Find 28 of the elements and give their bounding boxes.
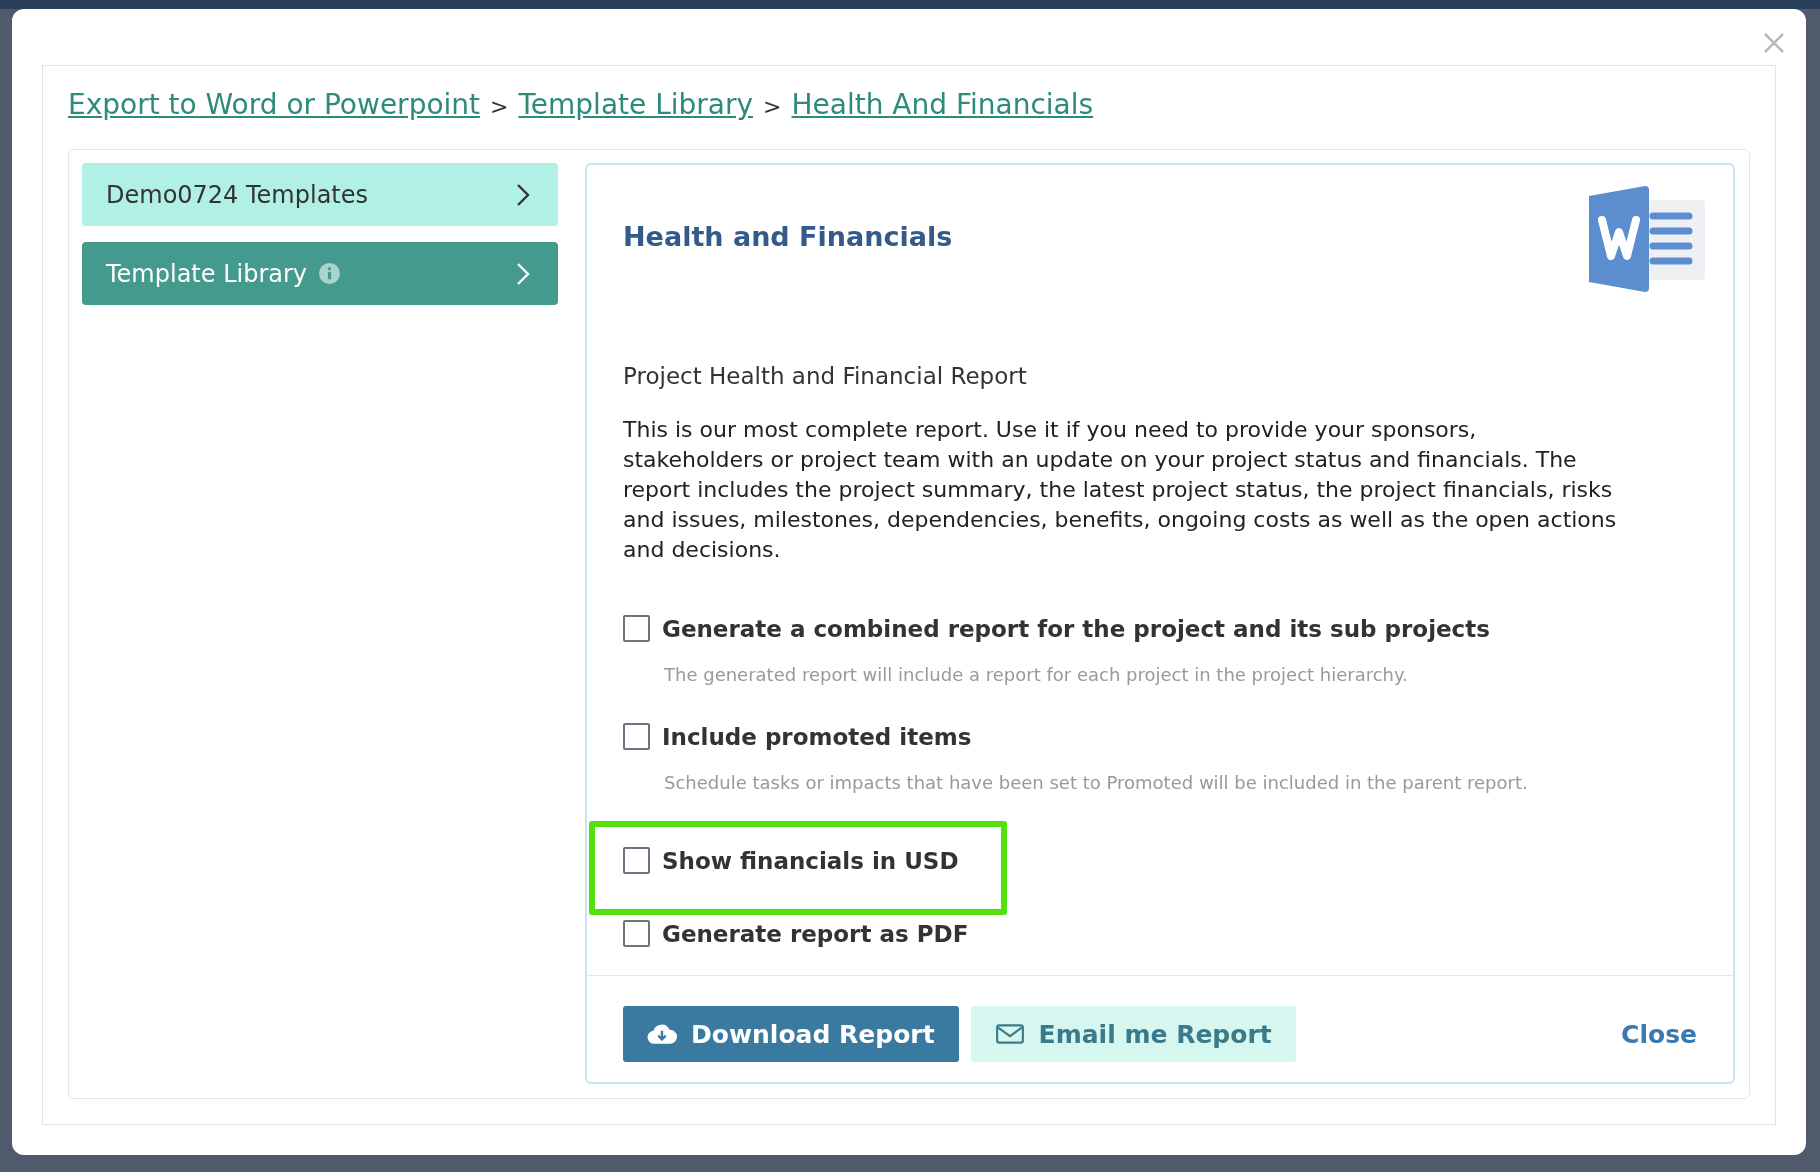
download-button[interactable]: Download Report <box>623 1006 959 1062</box>
breadcrumb-link[interactable]: Template Library <box>518 88 754 121</box>
option-label: Generate a combined report for the project and its sub projects <box>662 615 1490 642</box>
word-document-icon <box>1587 183 1707 295</box>
template-title: Health and Financials <box>623 221 953 252</box>
cloud-download-icon <box>647 1022 677 1046</box>
report-description: This is our most complete report. Use it if you need to provide your sponsors, stakeholders or project team with an update on your project status and financials. The report includes the project summary, the latest project status, the project financials, risks and issues, milestones, dependencies, benefits, ongoing costs as well as the open actions and decisions. <box>623 416 1618 564</box>
breadcrumb-separator: > <box>490 94 509 119</box>
checkbox[interactable] <box>623 847 650 874</box>
breadcrumb-link[interactable]: Export to Word or Powerpoint <box>68 88 481 121</box>
sidebar-item[interactable]: Demo0724 Templates <box>82 163 558 226</box>
chevron-right-icon <box>516 261 530 286</box>
envelope-icon <box>994 1022 1025 1046</box>
chevron-right-icon <box>516 182 530 207</box>
report-name: Project Health and Financial Report <box>623 363 1028 389</box>
option-label: Generate report as PDF <box>662 920 969 947</box>
option-hint: The generated report will include a report for each project in the project hierarchy. <box>664 664 1409 685</box>
close-link[interactable]: Close <box>1621 1006 1697 1062</box>
checkbox[interactable] <box>623 723 650 750</box>
sidebar-item[interactable]: Template Library <box>82 242 558 305</box>
breadcrumb-link[interactable]: Health And Financials <box>791 88 1094 121</box>
option-label: Show financials in USD <box>662 847 959 874</box>
option-hint: Schedule tasks or impacts that have been set to Promoted will be included in the parent report. <box>664 772 1529 793</box>
email-button[interactable]: Email me Report <box>970 1006 1296 1062</box>
breadcrumb-separator: > <box>763 94 782 119</box>
checkbox[interactable] <box>623 920 650 947</box>
option-label: Include promoted items <box>662 723 972 750</box>
checkbox[interactable] <box>623 615 650 642</box>
